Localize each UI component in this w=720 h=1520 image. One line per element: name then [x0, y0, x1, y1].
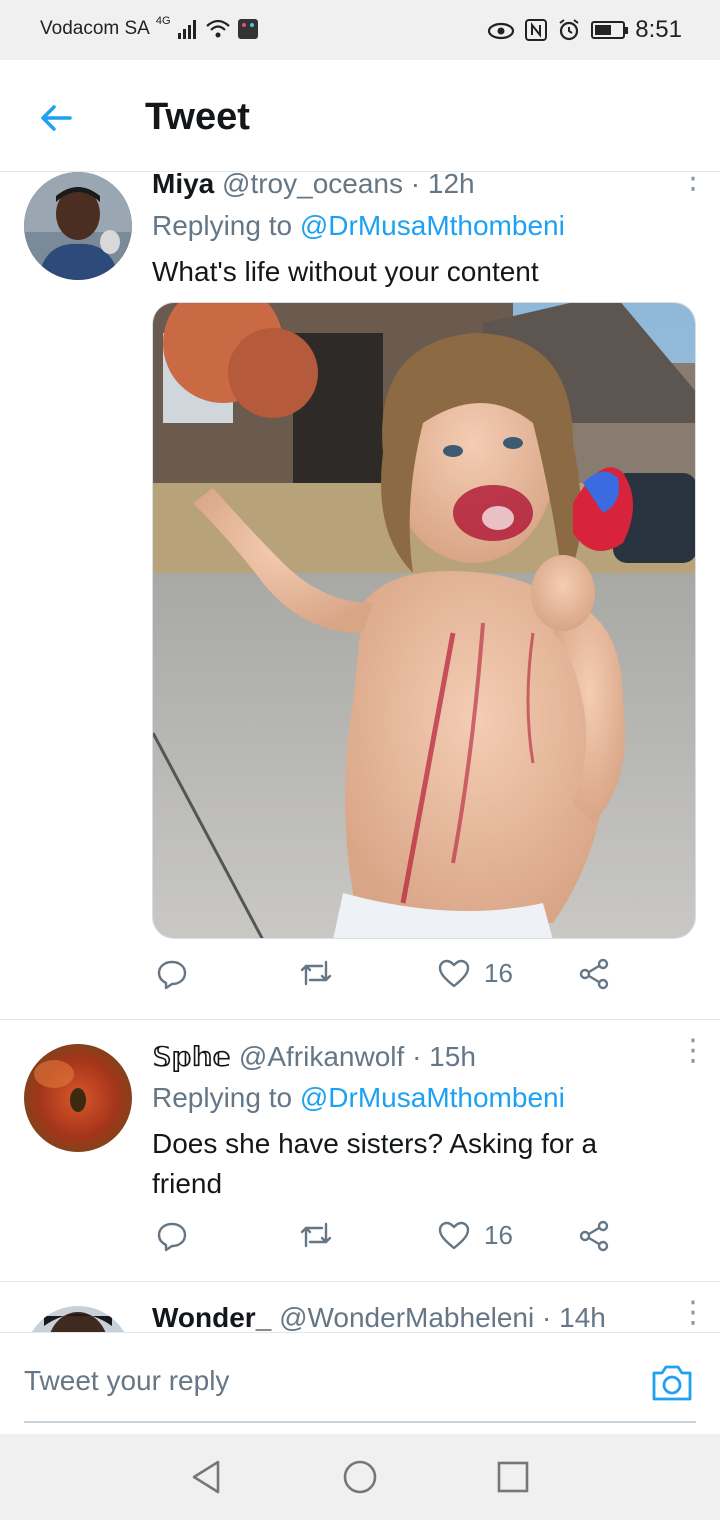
arrow-left-icon[interactable]	[36, 98, 76, 138]
more-options-icon[interactable]: ⋮	[678, 172, 708, 194]
reply-input[interactable]: Tweet your reply	[24, 1365, 229, 1397]
replying-to: Replying to @DrMusaMthombeni	[152, 1082, 565, 1114]
more-options-icon[interactable]: ⋮	[678, 1298, 708, 1328]
recents-square-icon[interactable]	[494, 1458, 532, 1496]
nfc-icon	[525, 19, 548, 41]
reply-button[interactable]	[156, 958, 188, 990]
replying-to: Replying to @DrMusaMthombeni	[152, 210, 565, 242]
alarm-icon	[559, 19, 579, 41]
replying-handle-link[interactable]: @DrMusaMthombeni	[300, 1082, 565, 1113]
heart-icon	[438, 959, 470, 987]
status-right: 8:51	[487, 16, 682, 44]
tweet-item[interactable]: 𝕊𝕡𝕙𝕖 @Afrikanwolf · 15h ⋮ Replying to @D…	[0, 1020, 720, 1282]
retweet-button[interactable]	[298, 1220, 334, 1250]
display-name[interactable]: Wonder_	[152, 1302, 271, 1332]
status-left: Vodacom SA 4G	[40, 15, 259, 40]
avatar[interactable]	[24, 1044, 132, 1152]
clock: 8:51	[635, 16, 682, 43]
page-title: Tweet	[145, 96, 250, 138]
like-count: 16	[484, 1220, 513, 1250]
display-name[interactable]: Miya	[152, 172, 214, 199]
user-handle[interactable]: @Afrikanwolf	[239, 1041, 404, 1072]
avatar[interactable]	[24, 1306, 132, 1332]
share-button[interactable]	[578, 1220, 610, 1252]
tweet-header: 𝕊𝕡𝕙𝕖 @Afrikanwolf · 15h	[152, 1040, 476, 1073]
signal-icon	[177, 20, 196, 39]
more-options-icon[interactable]: ⋮	[678, 1036, 708, 1066]
share-button[interactable]	[578, 958, 610, 990]
back-triangle-icon[interactable]	[188, 1458, 226, 1496]
user-handle[interactable]: @troy_oceans	[222, 172, 403, 199]
tweet-item[interactable]: Miya @troy_oceans · 12h ⋮ Replying to @D…	[0, 172, 720, 1020]
tweet-photo[interactable]	[152, 302, 696, 939]
reply-button[interactable]	[156, 1220, 188, 1252]
like-count: 16	[484, 958, 513, 988]
eye-comfort-icon	[488, 22, 515, 40]
tweet-item[interactable]: Wonder_ @WonderMabheleni · 14h ⋮	[0, 1282, 720, 1332]
app-notification-icon	[237, 19, 258, 39]
reply-icon	[157, 960, 187, 990]
retweet-button[interactable]	[298, 958, 334, 988]
share-icon	[579, 958, 609, 990]
system-nav-bar	[0, 1434, 720, 1520]
user-handle[interactable]: @WonderMabheleni	[279, 1302, 534, 1332]
tweet-time: · 12h	[410, 172, 475, 199]
input-underline	[24, 1421, 696, 1423]
replying-handle-link[interactable]: @DrMusaMthombeni	[300, 210, 565, 241]
status-bar: Vodacom SA 4G 8:51	[0, 0, 720, 60]
app-header: Tweet	[0, 60, 720, 172]
tweet-time: · 14h	[542, 1302, 606, 1332]
tweet-time: · 15h	[412, 1041, 476, 1072]
tweet-text: What's life without your content	[152, 256, 539, 287]
tweet-header: Wonder_ @WonderMabheleni · 14h	[152, 1302, 606, 1332]
tweet-actions: 16	[152, 1220, 632, 1264]
heart-icon	[438, 1221, 470, 1249]
tweet-text: Does she have sisters? Asking for a frie…	[152, 1128, 598, 1199]
avatar[interactable]	[24, 172, 132, 280]
replying-label: Replying to	[152, 210, 293, 241]
carrier-label: Vodacom SA	[40, 18, 150, 39]
reply-icon	[157, 1222, 187, 1252]
home-circle-icon[interactable]	[341, 1458, 379, 1496]
wifi-icon	[205, 19, 230, 38]
reply-feed[interactable]: Miya @troy_oceans · 12h ⋮ Replying to @D…	[0, 172, 720, 1332]
network-type: 4G	[155, 15, 171, 27]
display-name[interactable]: 𝕊𝕡𝕙𝕖	[152, 1041, 231, 1072]
battery-icon	[591, 21, 629, 39]
replying-label: Replying to	[152, 1082, 293, 1113]
like-button[interactable]: 16	[438, 1220, 513, 1251]
retweet-icon	[300, 1222, 332, 1248]
retweet-icon	[300, 960, 332, 986]
share-icon	[579, 1220, 609, 1252]
camera-icon[interactable]	[650, 1363, 694, 1403]
like-button[interactable]: 16	[438, 958, 513, 989]
tweet-header: Miya @troy_oceans · 12h	[152, 172, 475, 200]
tweet-actions: 16	[152, 958, 632, 1002]
reply-composer: Tweet your reply	[0, 1332, 720, 1434]
